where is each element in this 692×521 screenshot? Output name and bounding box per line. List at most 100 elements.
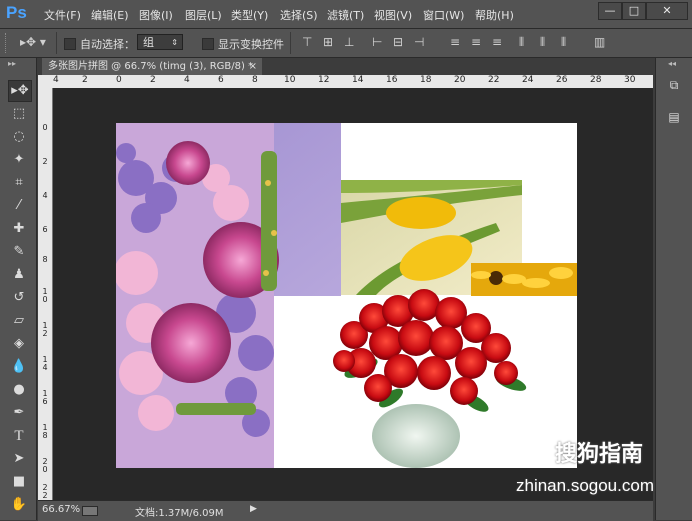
distribute-bottom-icon[interactable]: ≡ — [492, 35, 502, 49]
move-tool-preset-icon[interactable]: ▸✥ ▾ — [20, 35, 46, 49]
ruler-tick-label: 18 — [420, 75, 432, 85]
align-hcenter-icon[interactable]: ⊟ — [393, 35, 403, 49]
red-rose-bouquet-photo — [333, 289, 527, 468]
ruler-tick-label: 26 — [556, 75, 568, 85]
zoom-level[interactable]: 66.67% — [42, 504, 80, 515]
align-vcenter-icon[interactable]: ⊞ — [323, 35, 333, 49]
toolbox: ▸▸ ▸✥ ⬚ ◌ ✦ ⌗ ⁄ ✚ ✎ ♟ ↺ ▱ ◈ 💧 ● ✒ T ➤ ■ … — [0, 58, 37, 520]
menu-filter[interactable]: 滤镜(T) — [327, 7, 364, 23]
blur-tool-icon[interactable]: 💧 — [8, 357, 30, 377]
ruler-tick-label: 4 — [53, 75, 59, 85]
auto-select-dropdown[interactable]: 组 ⇕ — [137, 34, 183, 50]
distribute-top-icon[interactable]: ≡ — [450, 35, 460, 49]
history-brush-tool-icon[interactable]: ↺ — [8, 288, 30, 308]
path-selection-tool-icon[interactable]: ➤ — [8, 449, 30, 469]
auto-select-dropdown-value: 组 — [143, 36, 154, 49]
vertical-ruler[interactable]: 0 2 4 6 8 10 12 14 16 18 20 22 — [38, 88, 53, 500]
status-icon[interactable] — [82, 506, 98, 516]
ruler-tick-label: 2 — [42, 157, 48, 166]
document-canvas[interactable] — [116, 123, 577, 468]
ruler-tick-label: 20 — [42, 457, 48, 474]
distribute-left-icon[interactable]: ⫴ — [519, 35, 524, 50]
lasso-tool-icon[interactable]: ◌ — [8, 127, 30, 147]
document-tab[interactable]: 多张图片拼图 @ 66.7% (timg (3), RGB/8) * × — [42, 58, 262, 75]
pen-tool-icon[interactable]: ✒ — [8, 403, 30, 423]
auto-select-checkbox[interactable] — [64, 38, 76, 50]
clone-stamp-tool-icon[interactable]: ♟ — [8, 265, 30, 285]
divider — [290, 32, 291, 54]
ruler-tick-label: 6 — [218, 75, 224, 85]
options-bar: ▸✥ ▾ 自动选择： 组 ⇕ 显示变换控件 ⊤ ⊞ ⊥ ⊢ ⊟ ⊣ ≡ ≡ ≡ … — [0, 29, 692, 58]
show-transform-checkbox[interactable] — [202, 38, 214, 50]
ruler-tick-label: 16 — [42, 389, 48, 406]
healing-brush-tool-icon[interactable]: ✚ — [8, 219, 30, 239]
distribute-vcenter-icon[interactable]: ≡ — [471, 35, 481, 49]
align-left-icon[interactable]: ⊢ — [372, 35, 382, 49]
menu-image[interactable]: 图像(I) — [139, 7, 173, 23]
options-grip — [5, 33, 8, 53]
history-panel-icon[interactable]: ⧉ — [664, 78, 684, 96]
ruler-tick-label: 30 — [624, 75, 636, 85]
panel-dock: ◂◂ ⧉ ▤ — [655, 58, 692, 520]
close-document-icon[interactable]: × — [249, 58, 257, 75]
distribute-hcenter-icon[interactable]: ⫴ — [540, 35, 545, 50]
ruler-tick-label: 0 — [116, 75, 122, 85]
align-top-icon[interactable]: ⊤ — [302, 35, 312, 49]
auto-align-icon[interactable]: ▥ — [594, 35, 605, 49]
show-transform-label: 显示变换控件 — [218, 38, 284, 51]
brush-tool-icon[interactable]: ✎ — [8, 242, 30, 262]
move-tool-icon[interactable]: ▸✥ — [8, 80, 32, 102]
eraser-tool-icon[interactable]: ▱ — [8, 311, 30, 331]
ruler-tick-label: 6 — [42, 225, 48, 234]
ruler-origin[interactable] — [38, 75, 53, 89]
eyedropper-tool-icon[interactable]: ⁄ — [8, 196, 30, 216]
menu-edit[interactable]: 编辑(E) — [91, 7, 129, 23]
marquee-tool-icon[interactable]: ⬚ — [8, 104, 30, 124]
dropdown-arrows-icon: ⇕ — [171, 38, 178, 47]
distribute-right-icon[interactable]: ⫴ — [561, 35, 566, 50]
ruler-tick-label: 14 — [352, 75, 364, 85]
ruler-tick-label: 8 — [252, 75, 258, 85]
minimize-button[interactable]: — — [598, 2, 622, 20]
ruler-tick-label: 14 — [42, 355, 48, 372]
watermark-title: 搜狗指南 — [555, 442, 644, 467]
maximize-button[interactable]: □ — [622, 2, 646, 20]
menu-view[interactable]: 视图(V) — [374, 7, 412, 23]
menu-select[interactable]: 选择(S) — [280, 7, 318, 23]
align-right-icon[interactable]: ⊣ — [414, 35, 424, 49]
ruler-tick-label: 16 — [386, 75, 398, 85]
ruler-tick-label: 24 — [522, 75, 534, 85]
menu-file[interactable]: 文件(F) — [44, 7, 81, 23]
ruler-tick-label: 20 — [454, 75, 466, 85]
hand-tool-icon[interactable]: ✋ — [8, 495, 30, 515]
align-bottom-icon[interactable]: ⊥ — [344, 35, 354, 49]
sogou-logo: S — [514, 432, 550, 468]
paint-bucket-tool-icon[interactable]: ◈ — [8, 334, 30, 354]
ruler-tick-label: 12 — [42, 321, 48, 338]
photoshop-logo: Ps — [6, 3, 27, 22]
ruler-tick-label: 8 — [42, 255, 48, 264]
menu-help[interactable]: 帮助(H) — [475, 7, 514, 23]
menu-layer[interactable]: 图层(L) — [185, 7, 222, 23]
ruler-tick-label: 2 — [150, 75, 156, 85]
floral-box-photo — [116, 123, 341, 468]
crop-tool-icon[interactable]: ⌗ — [8, 173, 30, 193]
ruler-tick-label: 12 — [318, 75, 330, 85]
collapse-toolbox-icon[interactable]: ▸▸ — [8, 59, 16, 68]
document-tab-title: 多张图片拼图 @ 66.7% (timg (3), RGB/8) * — [48, 61, 254, 72]
horizontal-ruler[interactable]: 4 2 0 2 4 6 8 10 12 14 16 18 20 22 24 26… — [52, 75, 653, 89]
document-size: 文档:1.37M/6.09M — [135, 508, 224, 519]
ruler-tick-label: 18 — [42, 423, 48, 440]
type-tool-icon[interactable]: T — [8, 426, 30, 446]
ruler-tick-label: 0 — [42, 123, 48, 132]
menu-type[interactable]: 类型(Y) — [231, 7, 268, 23]
expand-panels-icon[interactable]: ◂◂ — [668, 59, 676, 68]
menu-window[interactable]: 窗口(W) — [423, 7, 464, 23]
properties-panel-icon[interactable]: ▤ — [664, 110, 684, 128]
status-menu-arrow-icon[interactable]: ▶ — [250, 504, 257, 514]
magic-wand-tool-icon[interactable]: ✦ — [8, 150, 30, 170]
rectangle-tool-icon[interactable]: ■ — [8, 472, 30, 492]
dodge-tool-icon[interactable]: ● — [8, 380, 30, 400]
close-button[interactable]: ✕ — [646, 2, 688, 20]
menu-bar: Ps 文件(F) 编辑(E) 图像(I) 图层(L) 类型(Y) 选择(S) 滤… — [0, 0, 692, 29]
